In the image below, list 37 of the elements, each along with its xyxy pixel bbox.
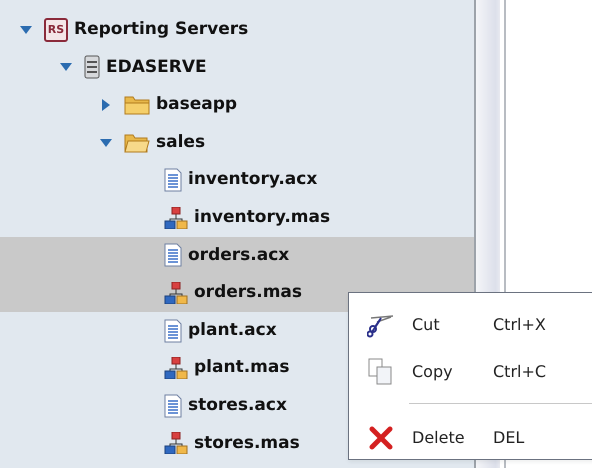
collapsed-arrow-icon (100, 98, 112, 111)
tree-label: orders.acx (188, 244, 290, 267)
tree-label: plant.acx (188, 318, 277, 342)
tree-row[interactable]: baseapp (0, 86, 474, 124)
document-icon (164, 394, 182, 418)
network-icon (164, 282, 188, 304)
tree-label: baseapp (156, 93, 238, 116)
expanded-arrow-icon (60, 61, 72, 74)
tree-label: orders.mas (194, 281, 302, 304)
document-icon (164, 318, 182, 343)
copy-icon (368, 358, 394, 386)
tree-label: inventory.mas (194, 206, 330, 230)
open-folder-icon (124, 132, 150, 154)
tree-row[interactable]: EDASERVE (0, 48, 474, 86)
tree-row[interactable]: inventory.acx (0, 161, 474, 199)
tree-row[interactable]: sales (0, 124, 474, 162)
tree-label: sales (156, 130, 206, 154)
delete-icon (368, 426, 392, 450)
tree-row[interactable]: RS Reporting Servers (0, 11, 474, 49)
tree-label: stores.mas (194, 432, 300, 455)
tree-label: Reporting Servers (74, 18, 248, 42)
document-icon (164, 168, 182, 192)
expanded-arrow-icon (100, 136, 112, 149)
document-icon (164, 243, 182, 268)
network-icon (164, 432, 188, 454)
tree-label: EDASERVE (106, 56, 207, 79)
tree-label: plant.mas (194, 356, 290, 380)
expanded-arrow-icon (20, 24, 32, 36)
folder-icon (124, 94, 150, 116)
rs-logo-icon: RS (44, 18, 68, 42)
tree-label: stores.acx (188, 394, 287, 417)
server-icon (84, 55, 100, 80)
network-icon (164, 206, 188, 229)
tree-row[interactable]: inventory.mas (0, 198, 474, 237)
tree-label: inventory.acx (188, 168, 318, 192)
selected-tree-row[interactable]: orders.acx (0, 236, 474, 274)
network-icon (164, 357, 188, 380)
